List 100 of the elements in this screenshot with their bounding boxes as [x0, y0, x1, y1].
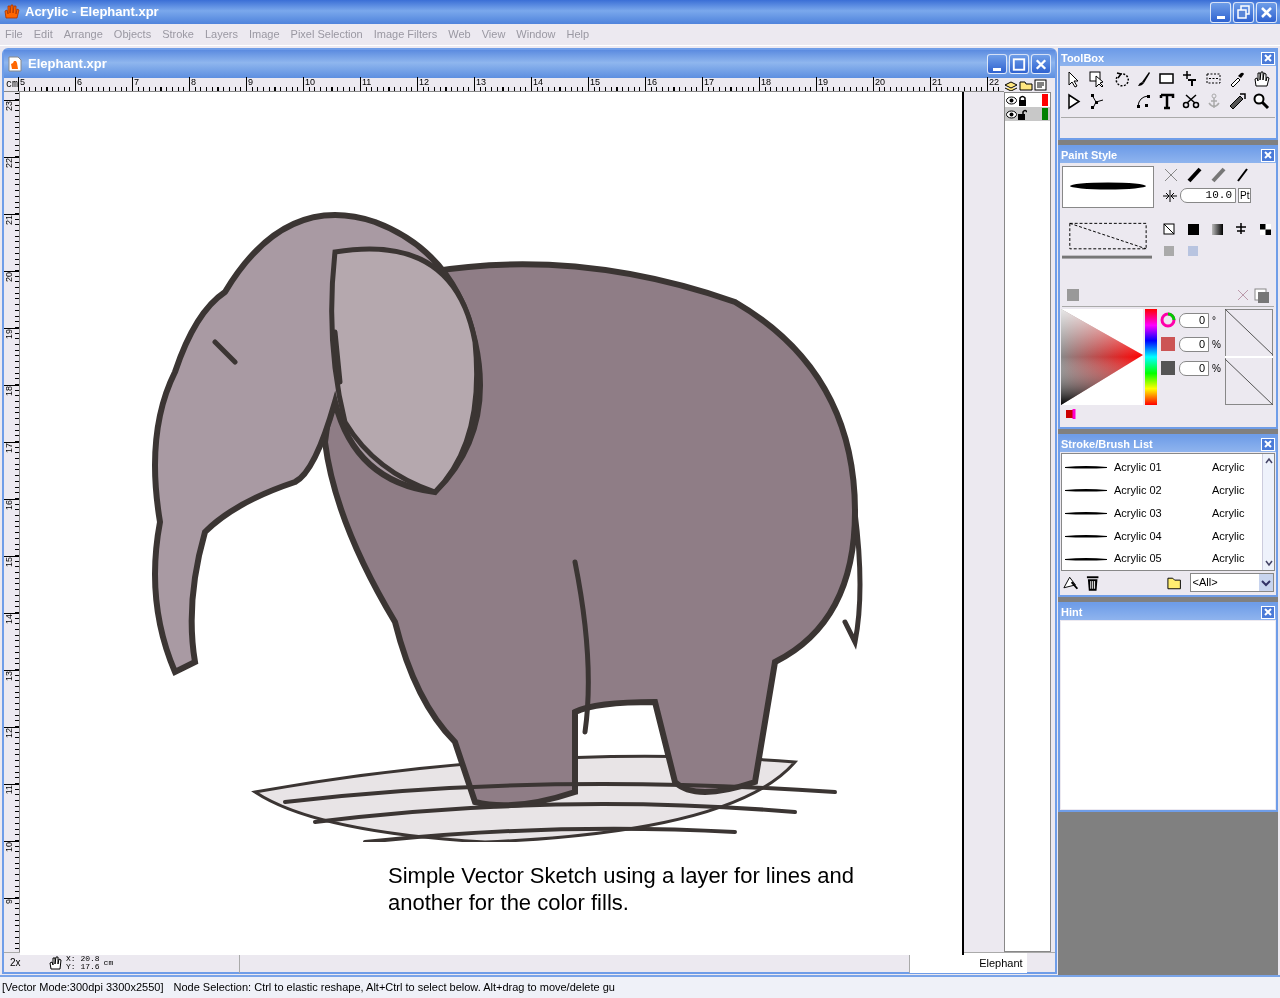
- x-coordinate: X: 20.8: [66, 954, 100, 963]
- menu-item[interactable]: Layers: [204, 26, 238, 43]
- brush-name: Acrylic 03: [1114, 505, 1163, 521]
- thick-pen-icon: [1186, 166, 1204, 184]
- menu-item[interactable]: File: [5, 26, 23, 43]
- magnifier-icon: [1251, 92, 1270, 110]
- menu-item[interactable]: View: [481, 26, 506, 43]
- brush-category: Acrylic: [1212, 505, 1245, 521]
- menu-item[interactable]: Help: [566, 26, 590, 43]
- document-title: Elephant.xpr: [28, 55, 108, 74]
- unit-label: °: [1212, 313, 1216, 328]
- close-button[interactable]: [1261, 148, 1275, 162]
- ruler-label: 17: [4, 443, 14, 454]
- unit-label: Pt: [1238, 188, 1252, 203]
- value-field[interactable]: 0: [1179, 360, 1209, 376]
- menu-item[interactable]: Image: [248, 26, 280, 43]
- minimize-icon: [993, 67, 1001, 71]
- hand-icon: [1251, 70, 1270, 88]
- maximize-button[interactable]: [1009, 54, 1029, 74]
- panel-title: ToolBox: [1061, 50, 1106, 66]
- anchor-icon: [1205, 92, 1223, 110]
- filter-dropdown[interactable]: <All>: [1189, 573, 1274, 592]
- brush-stroke-icon: [1064, 532, 1108, 539]
- brush-category: Acrylic: [1212, 528, 1245, 544]
- menu-item[interactable]: Edit: [33, 26, 53, 43]
- panel-title: Paint Style: [1061, 147, 1119, 163]
- menu-item[interactable]: Window: [516, 26, 556, 43]
- ruler-label: 8: [190, 77, 198, 87]
- ruler-label: 20: [4, 272, 14, 283]
- scissors-icon: [1181, 92, 1200, 110]
- ruler-label: 16: [646, 77, 659, 87]
- ruler-label: 11: [361, 77, 373, 87]
- swap-squares-icon: [1254, 288, 1270, 304]
- menu-item[interactable]: Stroke: [162, 26, 194, 43]
- close-icon: [1264, 151, 1272, 159]
- ruler-label: 5: [19, 77, 27, 87]
- ruler-label: 22: [4, 158, 14, 169]
- texture-icon: [1066, 288, 1080, 302]
- minimize-icon: [1216, 15, 1225, 19]
- close-icon: [1264, 608, 1272, 616]
- width-field[interactable]: 10.0: [1180, 188, 1236, 203]
- ruler-label: 12: [4, 728, 14, 739]
- menu-item[interactable]: Image Filters: [373, 26, 438, 43]
- brush-stroke-icon: [1064, 464, 1108, 471]
- close-button[interactable]: [1261, 51, 1275, 65]
- menu-item[interactable]: Web: [448, 26, 471, 43]
- value-field[interactable]: 0: [1179, 336, 1209, 352]
- layer-row[interactable]: [1005, 93, 1050, 107]
- ruler-label: 19: [4, 329, 14, 340]
- ruler-label: 14: [4, 614, 14, 625]
- ruler-label: 9: [247, 77, 255, 87]
- unit-label: %: [1212, 337, 1221, 352]
- ruler-label: 15: [589, 77, 602, 87]
- close-button[interactable]: [1261, 437, 1275, 451]
- close-icon: [1264, 54, 1272, 62]
- panel-title: Stroke/Brush List: [1061, 436, 1154, 452]
- close-button[interactable]: [1256, 1, 1277, 23]
- scrollbar[interactable]: [1262, 454, 1274, 570]
- brush-name: Acrylic 02: [1114, 482, 1163, 498]
- brush-row[interactable]: Acrylic 05 Acrylic: [1062, 547, 1262, 570]
- document-icon: [8, 56, 22, 72]
- brush-row[interactable]: Acrylic 01 Acrylic: [1062, 456, 1262, 479]
- close-button[interactable]: [1031, 54, 1051, 74]
- layers-icon: [1004, 79, 1018, 91]
- close-button[interactable]: [1261, 605, 1275, 619]
- brush-name: Acrylic 04: [1114, 528, 1163, 544]
- maximize-button[interactable]: [1233, 1, 1254, 23]
- brush-name: Acrylic 05: [1114, 551, 1163, 567]
- ruler-label: 13: [475, 77, 488, 87]
- menu-item[interactable]: Pixel Selection: [290, 26, 363, 43]
- ruler-label: 6: [76, 77, 84, 87]
- gradient-pen-icon: [1210, 166, 1228, 184]
- status-mode: [Vector Mode:300dpi 3300x2550]: [2, 980, 164, 996]
- ruler-label: 21: [4, 215, 14, 226]
- brush-row[interactable]: Acrylic 02 Acrylic: [1062, 478, 1262, 502]
- zoom-level: 2x: [9, 956, 22, 970]
- brush-category: Acrylic: [1212, 460, 1245, 476]
- ruler-label: 23: [4, 101, 14, 112]
- ruler-unit: cm: [5, 79, 18, 91]
- menu-item[interactable]: Objects: [113, 26, 152, 43]
- minimize-button[interactable]: [1210, 1, 1231, 23]
- ruler-label: 13: [4, 671, 14, 682]
- brush-icon: [1135, 70, 1153, 88]
- ruler-label: 22: [988, 77, 1001, 87]
- menu-item[interactable]: Arrange: [63, 26, 103, 43]
- minimize-button[interactable]: [987, 54, 1007, 74]
- brush-row[interactable]: Acrylic 04 Acrylic: [1062, 524, 1262, 548]
- layer-row[interactable]: [1005, 107, 1050, 121]
- brush-category: Acrylic: [1212, 551, 1245, 567]
- unit-label: %: [1212, 361, 1221, 376]
- panel-title: Hint: [1061, 604, 1084, 620]
- gradient-arrow-icon: [1228, 92, 1247, 110]
- value-field[interactable]: 0: [1179, 312, 1209, 328]
- ruler-label: 18: [4, 386, 14, 397]
- ruler-label: 15: [4, 557, 14, 568]
- curve-nodes-icon: [1135, 92, 1153, 110]
- ruler-label: 12: [418, 77, 431, 87]
- cross-icon: [1236, 288, 1250, 302]
- ruler-label: 18: [760, 77, 773, 87]
- brush-row[interactable]: Acrylic 03 Acrylic: [1062, 501, 1262, 525]
